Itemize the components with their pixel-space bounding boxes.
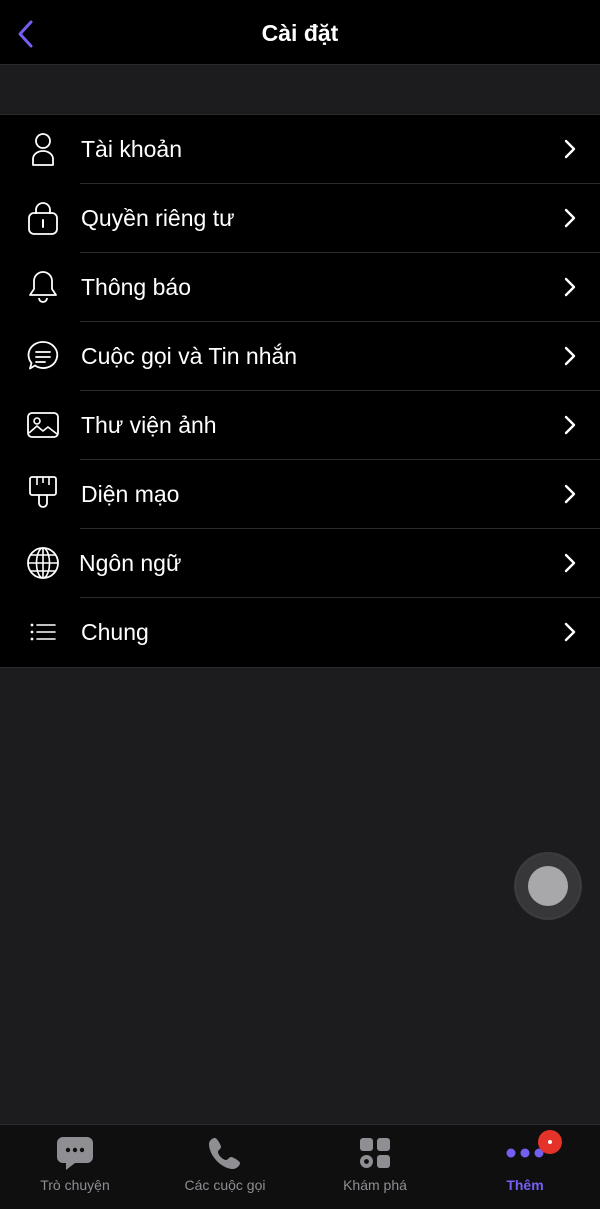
badge-dot <box>548 1140 552 1144</box>
chevron-right-icon <box>564 346 576 366</box>
settings-item-calls-messages[interactable]: Cuộc gọi và Tin nhắn <box>0 322 600 391</box>
settings-item-label: Thư viện ảnh <box>81 412 217 438</box>
settings-item-appearance[interactable]: Diện mạo <box>0 460 600 529</box>
settings-item-label: Ngôn ngữ <box>79 550 182 576</box>
chevron-right-icon <box>564 415 576 435</box>
chevron-right-icon <box>564 484 576 504</box>
phone-icon <box>205 1133 245 1173</box>
settings-item-label: Thông báo <box>81 274 191 300</box>
settings-item-label: Tài khoản <box>81 136 183 162</box>
bell-icon <box>24 268 62 306</box>
tab-explore[interactable]: Khám phá <box>300 1125 450 1209</box>
explore-grid-icon <box>355 1133 395 1173</box>
paintbrush-icon <box>24 475 62 513</box>
tab-label: Khám phá <box>343 1177 407 1193</box>
person-icon <box>24 130 62 168</box>
section-gap <box>0 65 600 114</box>
tab-more[interactable]: Thêm <box>450 1125 600 1209</box>
chevron-right-icon <box>564 622 576 642</box>
list-icon <box>24 613 62 651</box>
lock-icon <box>24 199 62 237</box>
settings-item-label: Diện mạo <box>81 481 180 507</box>
tab-label: Các cuộc gọi <box>184 1177 266 1193</box>
settings-item-label: Quyền riêng tư <box>81 205 235 231</box>
settings-item-notifications[interactable]: Thông báo <box>0 253 600 322</box>
tab-chats[interactable]: Trò chuyện <box>0 1125 150 1209</box>
chevron-right-icon <box>564 553 576 573</box>
settings-item-general[interactable]: Chung <box>0 598 600 667</box>
tab-label: Trò chuyện <box>40 1177 110 1193</box>
settings-item-account[interactable]: Tài khoản <box>0 115 600 184</box>
assistive-touch-icon <box>528 866 568 906</box>
chat-icon <box>55 1133 95 1173</box>
chevron-right-icon <box>564 139 576 159</box>
settings-screen: Cài đặt Tài khoản Quyền riêng tư Thông b… <box>0 0 600 1209</box>
tab-label: Thêm <box>506 1177 544 1193</box>
notification-badge <box>538 1130 562 1154</box>
settings-item-photo-library[interactable]: Thư viện ảnh <box>0 391 600 460</box>
image-icon <box>24 406 62 444</box>
navigation-header: Cài đặt <box>0 0 600 65</box>
chevron-right-icon <box>564 277 576 297</box>
chat-bubble-icon <box>24 337 62 375</box>
settings-list: Tài khoản Quyền riêng tư Thông báo Cuộc … <box>0 114 600 668</box>
settings-item-language[interactable]: Ngôn ngữ <box>0 529 600 598</box>
page-title: Cài đặt <box>261 20 339 46</box>
settings-item-label: Cuộc gọi và Tin nhắn <box>81 343 298 369</box>
tab-calls[interactable]: Các cuộc gọi <box>150 1125 300 1209</box>
assistive-touch-button[interactable] <box>517 855 579 917</box>
globe-icon <box>24 544 62 582</box>
bottom-tab-bar: Trò chuyện Các cuộc gọi Khám phá Thêm <box>0 1124 600 1209</box>
settings-item-privacy[interactable]: Quyền riêng tư <box>0 184 600 253</box>
chevron-right-icon <box>564 208 576 228</box>
settings-item-label: Chung <box>81 619 149 645</box>
